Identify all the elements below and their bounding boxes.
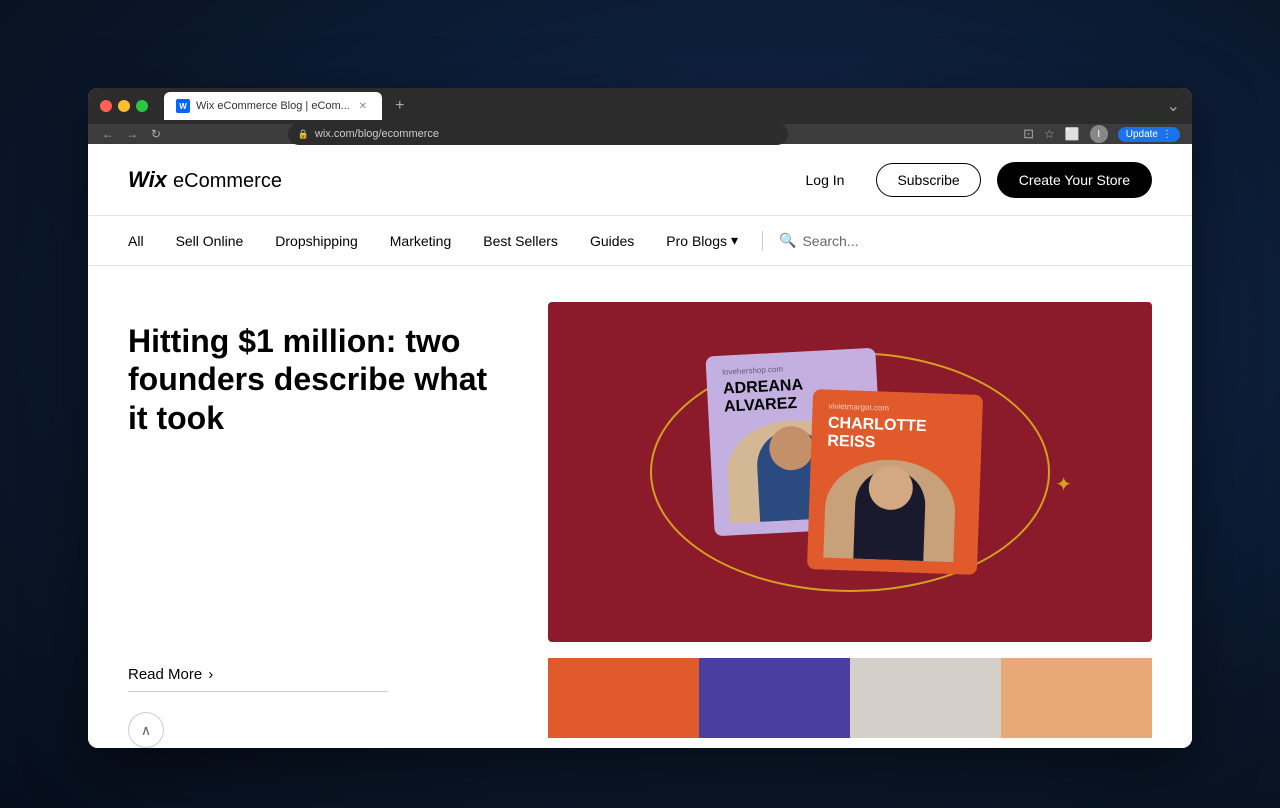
- forward-button[interactable]: →: [124, 126, 140, 142]
- tab-favicon: W: [176, 99, 190, 113]
- read-more-area: Read More › ∧: [128, 666, 508, 748]
- article-title: Hitting $1 million: two founders describ…: [128, 322, 508, 437]
- site-header: Wix eCommerce Log In Subscribe Create Yo…: [88, 144, 1192, 216]
- search-placeholder: Search...: [802, 233, 858, 249]
- nav-item-guides[interactable]: Guides: [574, 216, 650, 266]
- logo-ecommerce: eCommerce: [173, 170, 282, 192]
- hero-image: ✦ lovehershop.com ADREANA ALVAREZ: [548, 302, 1152, 642]
- pro-blogs-chevron-icon: ▾: [731, 232, 738, 249]
- nav-item-pro-blogs[interactable]: Pro Blogs ▾: [650, 216, 754, 266]
- nav-item-all[interactable]: All: [128, 216, 160, 266]
- card-site-label-2: vivietmargot.com: [828, 402, 966, 416]
- card-charlotte: vivietmargot.com CHARLOTTE REISS: [807, 389, 983, 575]
- login-button[interactable]: Log In: [790, 164, 861, 196]
- article-left-column: Hitting $1 million: two founders describ…: [128, 302, 508, 748]
- update-button[interactable]: Update ⋮: [1118, 127, 1180, 142]
- extensions-icon[interactable]: ⬜: [1065, 127, 1080, 141]
- nav-item-best-sellers[interactable]: Best Sellers: [467, 216, 574, 266]
- traffic-lights: [100, 100, 148, 112]
- minimize-window-button[interactable]: [118, 100, 130, 112]
- browser-addressbar: ← → ↻ 🔒 wix.com/blog/ecommerce ⊡ ☆ ⬜ I U…: [88, 124, 1192, 144]
- browser-titlebar: W Wix eCommerce Blog | eCom... ✕ + ⌄: [88, 88, 1192, 124]
- url-text: wix.com/blog/ecommerce: [315, 128, 439, 140]
- bottom-card-2: [699, 658, 850, 738]
- article-right-column: ✦ lovehershop.com ADREANA ALVAREZ: [548, 302, 1152, 748]
- website-content: Wix eCommerce Log In Subscribe Create Yo…: [88, 144, 1192, 748]
- reload-button[interactable]: ↻: [148, 126, 164, 142]
- navigation-buttons: ← → ↻: [100, 126, 164, 142]
- card-photo-2: [823, 458, 956, 562]
- read-more-link[interactable]: Read More ›: [128, 666, 388, 692]
- nav-item-sell-online[interactable]: Sell Online: [160, 216, 260, 266]
- create-store-button[interactable]: Create Your Store: [997, 162, 1152, 198]
- profile-avatar[interactable]: I: [1090, 125, 1108, 143]
- header-actions: Log In Subscribe Create Your Store: [790, 162, 1153, 198]
- cast-icon[interactable]: ⊡: [1023, 126, 1034, 142]
- browser-chrome: W Wix eCommerce Blog | eCom... ✕ + ⌄ ← →…: [88, 88, 1192, 144]
- bottom-cards-row: [548, 658, 1152, 738]
- bottom-card-4: [1001, 658, 1152, 738]
- update-menu-icon: ⋮: [1162, 129, 1172, 140]
- active-tab[interactable]: W Wix eCommerce Blog | eCom... ✕: [164, 92, 382, 120]
- scroll-up-button[interactable]: ∧: [128, 712, 164, 748]
- read-more-label: Read More: [128, 666, 202, 683]
- bookmark-icon[interactable]: ☆: [1044, 127, 1055, 141]
- chevron-up-icon: ∧: [141, 722, 151, 739]
- hero-cards: lovehershop.com ADREANA ALVAREZ vivi: [680, 332, 1020, 612]
- tab-title: Wix eCommerce Blog | eCom...: [196, 100, 350, 112]
- site-main: Hitting $1 million: two founders describ…: [88, 266, 1192, 748]
- read-more-arrow-icon: ›: [208, 666, 213, 683]
- close-window-button[interactable]: [100, 100, 112, 112]
- subscribe-button[interactable]: Subscribe: [876, 163, 980, 197]
- bottom-card-1: [548, 658, 699, 738]
- lock-icon: 🔒: [298, 129, 309, 140]
- tab-close-button[interactable]: ✕: [356, 99, 370, 113]
- site-nav: All Sell Online Dropshipping Marketing B…: [88, 216, 1192, 266]
- site-logo: Wix eCommerce: [128, 167, 282, 193]
- nav-search[interactable]: 🔍 Search...: [771, 232, 866, 249]
- logo-wix: Wix: [128, 167, 167, 192]
- back-button[interactable]: ←: [100, 126, 116, 142]
- browser-right-controls: ⌄: [1167, 96, 1180, 116]
- nav-item-dropshipping[interactable]: Dropshipping: [259, 216, 374, 266]
- browser-window: W Wix eCommerce Blog | eCom... ✕ + ⌄ ← →…: [88, 88, 1192, 748]
- new-tab-button[interactable]: +: [386, 92, 414, 120]
- address-bar[interactable]: 🔒 wix.com/blog/ecommerce: [288, 123, 788, 145]
- browser-toolbar-icons: ⊡ ☆ ⬜ I Update ⋮: [1023, 125, 1180, 143]
- update-label: Update: [1126, 129, 1158, 140]
- card-name-2: CHARLOTTE REISS: [827, 415, 966, 455]
- nav-item-marketing[interactable]: Marketing: [374, 216, 467, 266]
- tab-area: W Wix eCommerce Blog | eCom... ✕ +: [164, 92, 1159, 120]
- nav-divider: [762, 231, 763, 251]
- search-icon: 🔍: [779, 232, 796, 249]
- star-decoration: ✦: [1055, 472, 1072, 497]
- maximize-window-button[interactable]: [136, 100, 148, 112]
- bottom-card-3: [850, 658, 1001, 738]
